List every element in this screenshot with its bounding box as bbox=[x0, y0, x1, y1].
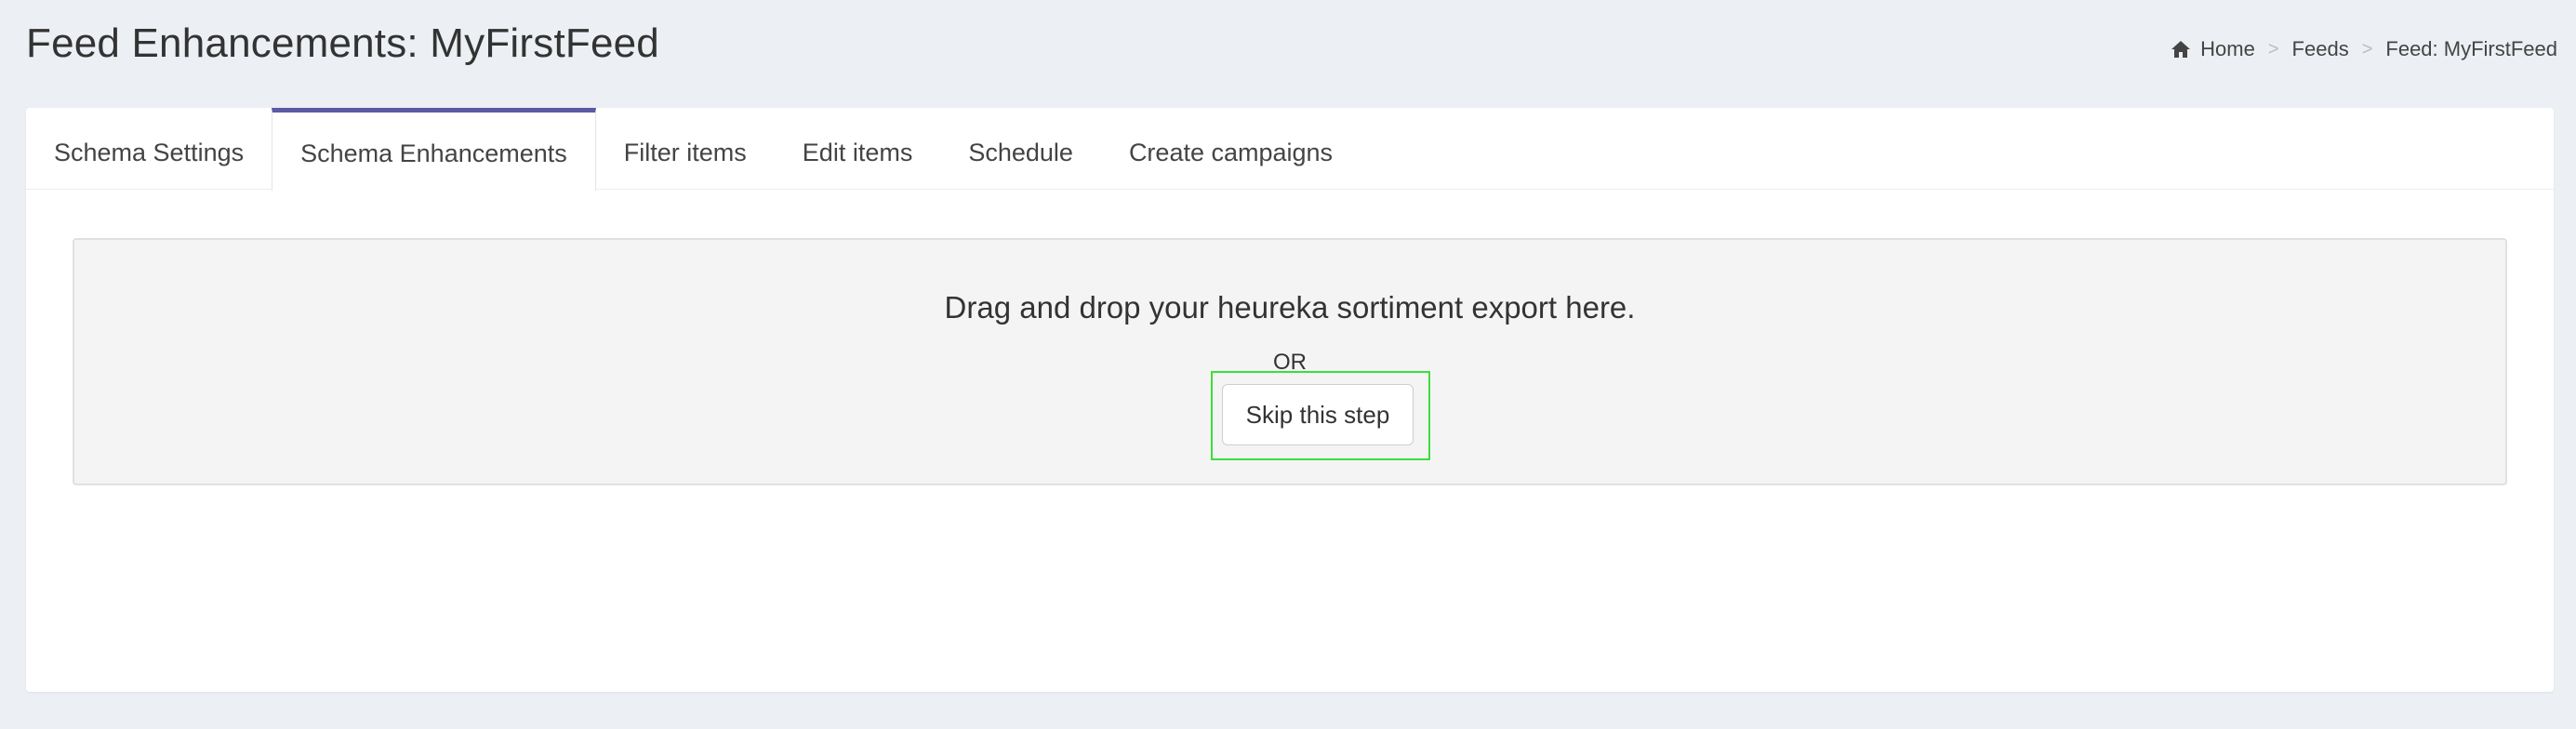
tab-schedule[interactable]: Schedule bbox=[940, 108, 1101, 190]
breadcrumb-separator: > bbox=[2267, 38, 2279, 60]
page-title: Feed Enhancements: MyFirstFeed bbox=[26, 20, 659, 66]
breadcrumb-home-label: Home bbox=[2200, 37, 2255, 60]
breadcrumb-separator: > bbox=[2361, 38, 2373, 60]
tab-create-campaigns[interactable]: Create campaigns bbox=[1101, 108, 1361, 190]
skip-step-button[interactable]: Skip this step bbox=[1222, 384, 1414, 445]
skip-button-highlight: Skip this step bbox=[1211, 371, 1430, 460]
breadcrumb-current: Feed: MyFirstFeed bbox=[2385, 37, 2557, 60]
tab-filter-items[interactable]: Filter items bbox=[596, 108, 775, 190]
tab-schema-settings[interactable]: Schema Settings bbox=[26, 108, 272, 190]
page-header: Feed Enhancements: MyFirstFeed Home > Fe… bbox=[26, 0, 2557, 102]
tab-bar: Schema Settings Schema Enhancements Filt… bbox=[26, 108, 2554, 191]
breadcrumb: Home > Feeds > Feed: MyFirstFeed bbox=[2171, 37, 2557, 61]
tab-edit-items[interactable]: Edit items bbox=[775, 108, 941, 190]
breadcrumb-feeds[interactable]: Feeds bbox=[2292, 37, 2349, 61]
content-card: Schema Settings Schema Enhancements Filt… bbox=[26, 108, 2554, 692]
tab-schema-enhancements[interactable]: Schema Enhancements bbox=[272, 108, 596, 191]
home-icon bbox=[2171, 41, 2191, 58]
breadcrumb-home[interactable]: Home bbox=[2171, 37, 2255, 61]
dropzone-message: Drag and drop your heureka sortiment exp… bbox=[944, 290, 1636, 325]
file-dropzone[interactable]: Drag and drop your heureka sortiment exp… bbox=[73, 238, 2507, 485]
